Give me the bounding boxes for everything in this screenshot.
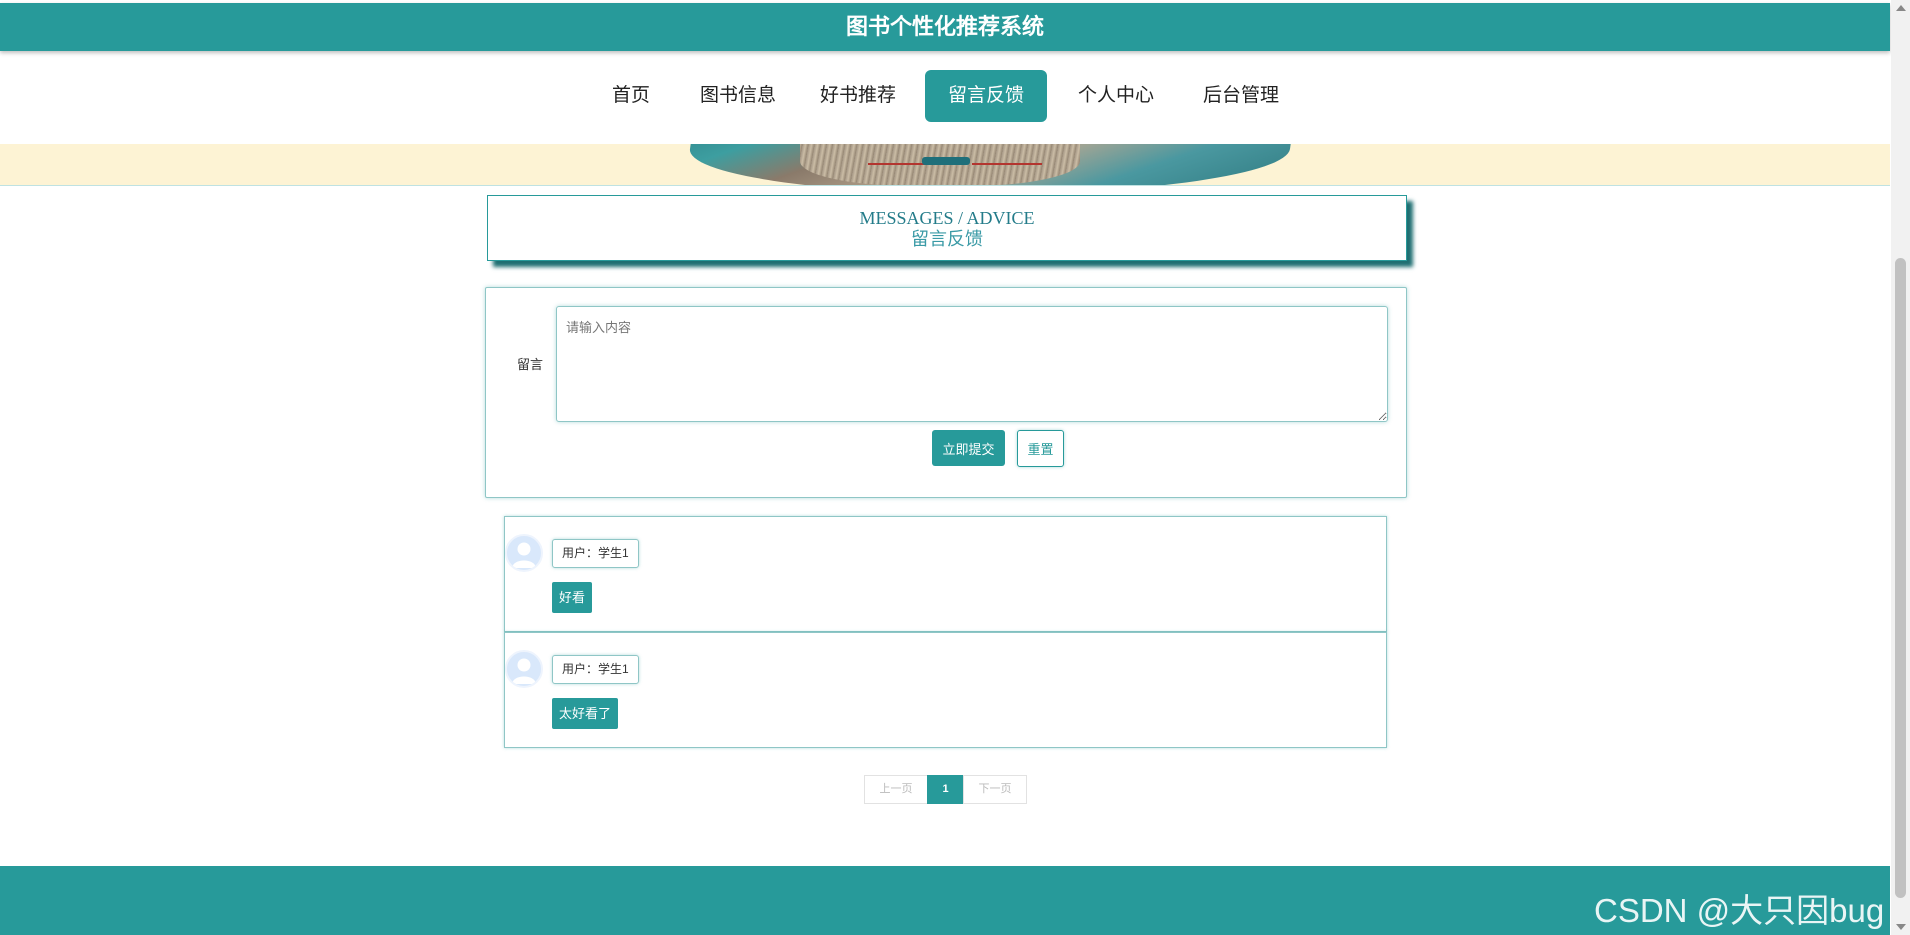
comment-item: 用户：学生1 太好看了	[504, 632, 1387, 748]
main-nav: 首页 图书信息 好书推荐 留言反馈 个人中心 后台管理	[0, 70, 1890, 122]
nav-item-book-info[interactable]: 图书信息	[693, 70, 783, 122]
nav-item-feedback[interactable]: 留言反馈	[925, 70, 1047, 122]
banner-book-pages	[800, 144, 1080, 185]
reset-button[interactable]: 重置	[1017, 430, 1064, 467]
user-avatar-icon	[505, 650, 543, 688]
next-page-button[interactable]: 下一页	[963, 775, 1027, 804]
pagination: 上一页 1 下一页	[864, 775, 1027, 804]
comment-content: 好看	[552, 582, 593, 613]
nav-item-admin[interactable]: 后台管理	[1196, 70, 1286, 122]
comment-user: 用户：学生1	[552, 539, 639, 568]
banner-carousel	[0, 144, 1890, 186]
message-label: 留言	[517, 357, 544, 372]
scroll-down-arrow-icon[interactable]	[1896, 924, 1906, 930]
nav-item-recommend[interactable]: 好书推荐	[813, 70, 903, 122]
page-number-button[interactable]: 1	[927, 775, 964, 804]
section-title-zh: 留言反馈	[911, 229, 983, 249]
prev-page-button[interactable]: 上一页	[864, 775, 928, 804]
section-title-en: MESSAGES / ADVICE	[859, 208, 1035, 228]
comment-item: 用户：学生1 好看	[504, 516, 1387, 632]
scroll-up-arrow-icon[interactable]	[1896, 5, 1906, 11]
message-form: 留言 立即提交 重置	[485, 287, 1407, 498]
message-textarea[interactable]	[556, 306, 1388, 422]
watermark-text: CSDN @大只因bug	[1594, 892, 1885, 929]
user-avatar-icon	[505, 534, 543, 572]
section-heading: MESSAGES / ADVICE 留言反馈	[487, 195, 1407, 261]
nav-item-home[interactable]: 首页	[604, 70, 658, 122]
scrollbar-thumb[interactable]	[1895, 258, 1906, 898]
app-title-bar: 图书个性化推荐系统	[0, 3, 1890, 51]
carousel-indicator[interactable]	[922, 157, 970, 165]
comment-user: 用户：学生1	[552, 655, 639, 684]
app-title: 图书个性化推荐系统	[845, 14, 1044, 39]
scrollbar[interactable]	[1891, 0, 1910, 935]
nav-item-personal-center[interactable]: 个人中心	[1071, 70, 1161, 122]
page: 图书个性化推荐系统 首页 图书信息 好书推荐 留言反馈 个人中心 后台管理 ME…	[0, 0, 1890, 935]
submit-button[interactable]: 立即提交	[932, 430, 1005, 466]
comment-content: 太好看了	[552, 698, 619, 729]
banner-decor-line-right	[972, 163, 1042, 165]
